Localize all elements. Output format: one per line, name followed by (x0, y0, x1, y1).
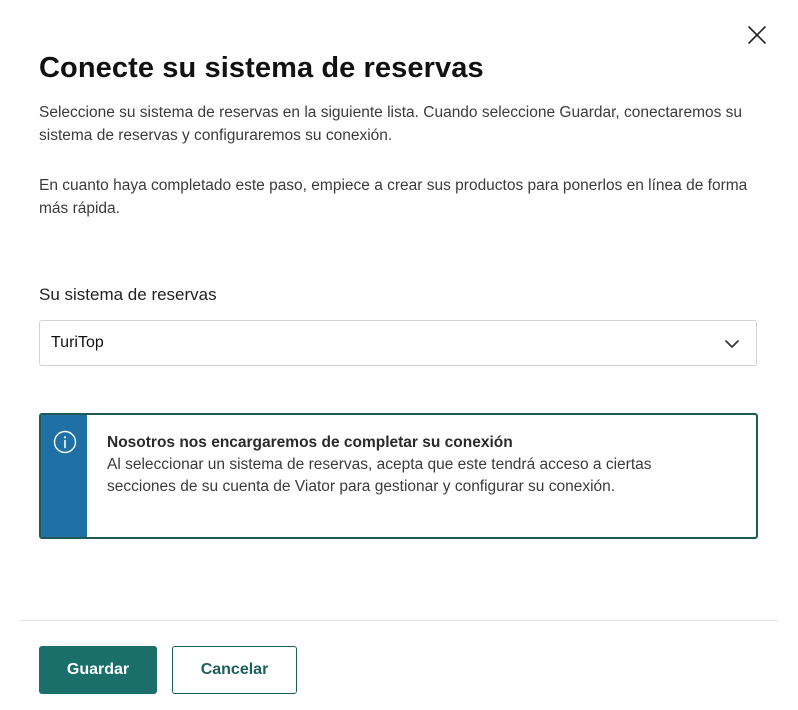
save-button[interactable]: Guardar (39, 646, 157, 694)
notice-stripe (41, 415, 87, 537)
connection-notice: Nosotros nos encargaremos de completar s… (39, 413, 758, 539)
footer-divider (19, 620, 779, 621)
booking-system-selected-value: TuriTop (51, 334, 104, 351)
notice-text: Al seleccionar un sistema de reservas, a… (107, 456, 652, 495)
dialog-description-secondary: En cuanto haya completado este paso, emp… (39, 177, 748, 217)
dialog-description: Seleccione su sistema de reservas en la … (39, 104, 743, 144)
booking-system-select[interactable]: TuriTop (39, 320, 757, 366)
close-icon (748, 26, 766, 44)
info-icon (53, 430, 77, 454)
connect-booking-system-dialog: Conecte su sistema de reservas Seleccion… (0, 0, 798, 710)
notice-title: Nosotros nos encargaremos de completar s… (107, 434, 513, 451)
notice-body: Nosotros nos encargaremos de completar s… (107, 432, 707, 498)
dialog-title: Conecte su sistema de reservas (39, 52, 484, 84)
booking-system-label: Su sistema de reservas (39, 285, 217, 304)
close-button[interactable] (744, 22, 770, 48)
cancel-button[interactable]: Cancelar (172, 646, 297, 694)
chevron-down-icon (725, 340, 739, 348)
